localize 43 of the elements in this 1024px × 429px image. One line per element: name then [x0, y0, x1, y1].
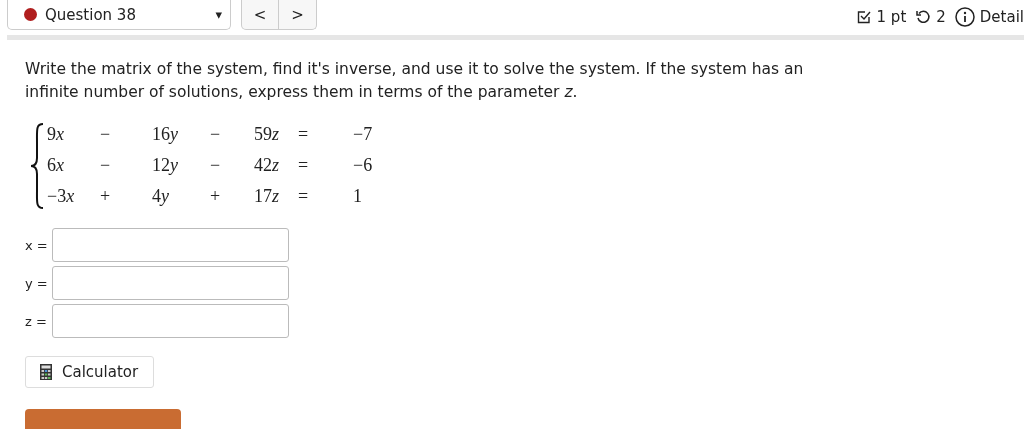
question-label: Question 38 [45, 5, 137, 24]
checkbox-icon [855, 8, 872, 25]
equation-term: 16y [152, 124, 178, 144]
equation-operator: − [210, 155, 221, 175]
dropdown-icon: ▾ [215, 7, 222, 22]
calculator-icon [40, 364, 52, 380]
calculator-button[interactable]: Calculator [25, 356, 154, 388]
answer-field[interactable] [52, 228, 289, 262]
next-button[interactable]: > [279, 0, 317, 30]
answer-label: z = [25, 313, 48, 329]
answer-field[interactable] [52, 266, 289, 300]
attempts-label: 2 [936, 7, 946, 26]
equals-sign: = [298, 124, 309, 144]
answer-field[interactable] [52, 304, 289, 338]
equation-term: 6x [47, 155, 64, 175]
answer-label: x = [25, 237, 49, 253]
equation-term: 4y [152, 186, 169, 206]
equation-constant: −6 [353, 155, 373, 175]
details-link[interactable]: Detail [979, 7, 1024, 26]
equation-term: 9x [47, 124, 64, 144]
equation-term: 12y [152, 155, 178, 175]
question-select[interactable]: Question 38 ▾ [7, 0, 231, 30]
equation-term: 17z [254, 186, 279, 206]
equation-operator: + [210, 186, 221, 206]
action-button[interactable] [25, 409, 181, 429]
equation-operator: − [100, 155, 111, 175]
equation-term: −3x [47, 186, 75, 206]
retry-icon [915, 8, 932, 25]
equation-operator: − [100, 124, 111, 144]
equals-sign: = [298, 186, 309, 206]
info-icon [954, 6, 975, 27]
answer-label: y = [25, 275, 49, 291]
equation-constant: −7 [353, 124, 373, 144]
equation-term: 59z [254, 124, 279, 144]
brace-icon [29, 121, 45, 210]
equation-term: 42z [254, 155, 279, 175]
equation-operator: − [210, 124, 221, 144]
previous-button[interactable]: < [241, 0, 279, 30]
equation-constant: 1 [353, 186, 362, 206]
equals-sign: = [298, 155, 309, 175]
points-label: 1 pt [876, 7, 907, 26]
question-text: Write the matrix of the system, find it's inverse, and use it to solve the system. If the system has an infinite number of solutions, express them in terms of the parameter z. [25, 59, 805, 103]
equation-operator: + [100, 186, 111, 206]
